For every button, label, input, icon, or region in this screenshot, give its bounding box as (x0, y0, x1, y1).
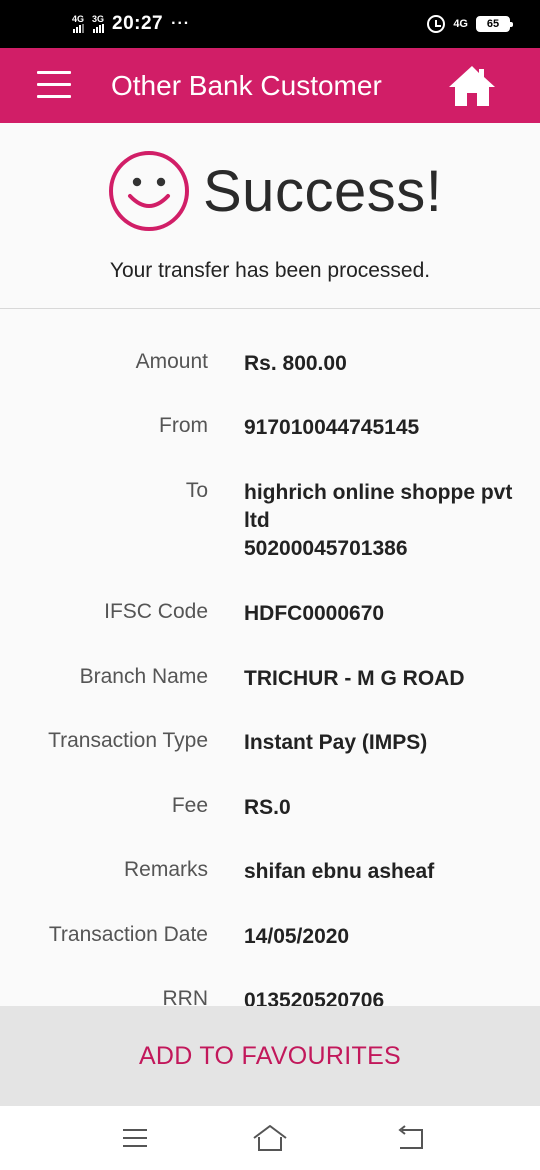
detail-label: Transaction Date (48, 923, 208, 946)
battery-level: 65 (478, 18, 508, 30)
status-right: 4G 65 (427, 15, 513, 33)
system-nav-bar (0, 1106, 540, 1170)
home-icon[interactable] (447, 64, 497, 108)
success-message: Your transfer has been processed. (109, 259, 431, 282)
status-bar: 4G 3G 20:27 ··· 4G 65 (0, 0, 540, 48)
success-title: Success! (203, 159, 443, 224)
more-notifications-icon: ··· (171, 15, 191, 32)
back-icon[interactable] (390, 1120, 430, 1156)
smiley-icon (109, 151, 189, 231)
detail-label: IFSC Code (104, 600, 208, 623)
detail-value: Instant Pay (IMPS) (244, 731, 428, 754)
clock: 20:27 (112, 13, 164, 34)
signal-1-icon: 4G (72, 15, 84, 33)
detail-value: 14/05/2020 (244, 925, 350, 948)
detail-label: Branch Name (79, 665, 208, 688)
detail-value: highrich online shoppe pvt ltd (244, 481, 513, 532)
divider (0, 308, 540, 309)
success-header: Success! (0, 150, 540, 240)
detail-value: 013520520706 (244, 989, 385, 1006)
alarm-icon (427, 15, 446, 33)
data-type: 4G (453, 18, 468, 30)
page-title: Other Bank Customer (111, 70, 382, 101)
transfer-details: Amount Rs. 800.00 From 917010044745145 T… (0, 310, 540, 1006)
network-type-2: 3G (92, 14, 105, 24)
detail-value: TRICHUR - M G ROAD (244, 667, 465, 690)
detail-label: Fee (171, 794, 208, 817)
recent-apps-icon[interactable] (115, 1120, 155, 1156)
detail-value: RS.0 (244, 796, 291, 819)
battery-icon: 65 (476, 16, 513, 32)
add-to-favourites-label: ADD TO FAVOURITES (138, 1041, 402, 1070)
detail-value: Rs. 800.00 (244, 352, 347, 375)
app-bar: Other Bank Customer (0, 48, 540, 123)
detail-value: HDFC0000670 (244, 602, 385, 625)
signal-2-icon: 3G (92, 15, 104, 33)
detail-value: 917010044745145 (244, 416, 420, 439)
detail-value: shifan ebnu asheaf (244, 860, 435, 883)
detail-label: Remarks (123, 858, 208, 881)
status-left: 4G 3G 20:27 ··· (72, 13, 190, 35)
detail-label: From (159, 414, 208, 437)
add-to-favourites-button[interactable]: ADD TO FAVOURITES (0, 1006, 540, 1106)
network-type-1: 4G (72, 14, 85, 24)
detail-value-account: 50200045701386 (244, 537, 408, 560)
detail-value-group: highrich online shoppe pvt ltd 502000457… (244, 479, 534, 563)
home-nav-icon[interactable] (250, 1120, 290, 1156)
detail-label: To (185, 479, 208, 502)
detail-label: Transaction Type (48, 729, 208, 752)
detail-label: RRN (162, 987, 209, 1006)
detail-label: Amount (135, 350, 208, 373)
menu-icon[interactable] (37, 70, 71, 100)
